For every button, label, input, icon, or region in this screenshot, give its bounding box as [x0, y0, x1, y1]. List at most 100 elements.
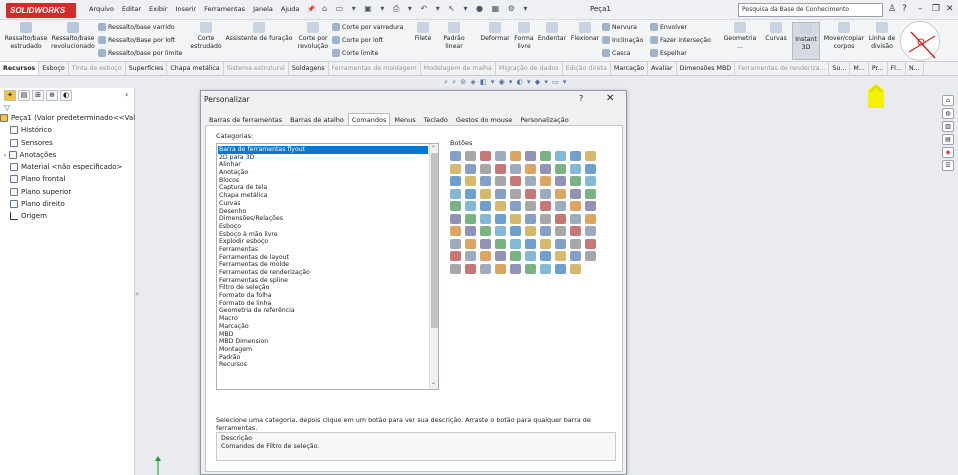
command-button-icon[interactable] [465, 251, 476, 261]
command-button-icon[interactable] [480, 213, 491, 224]
category-item[interactable]: Padrão [218, 354, 428, 362]
command-button-icon[interactable] [450, 176, 461, 186]
category-item[interactable]: Ferramentas de spline [218, 277, 428, 285]
command-button-icon[interactable] [525, 188, 536, 199]
command-button-icon[interactable] [450, 163, 461, 174]
command-button-icon[interactable] [450, 213, 461, 224]
command-button-icon[interactable] [585, 251, 596, 261]
category-item[interactable]: MBD [218, 331, 428, 339]
tab-su[interactable]: Su... [829, 62, 851, 75]
tree-item-front-plane[interactable]: Plano frontal [0, 173, 135, 185]
lofted-boss-button[interactable]: Ressalto/Base por loft [98, 36, 175, 44]
indent-button[interactable]: Endentar [536, 22, 568, 43]
command-button-icon[interactable] [555, 201, 566, 211]
category-item[interactable]: Dimensões/Relações [218, 215, 428, 223]
close-icon[interactable]: ✕ [946, 4, 954, 14]
command-button-icon[interactable] [495, 263, 506, 274]
command-button-icon[interactable] [570, 188, 581, 199]
command-button-icon[interactable] [585, 238, 596, 249]
command-button-icon[interactable] [465, 201, 476, 211]
tab-sistema-estrutural[interactable]: Sistema estrutural [224, 62, 289, 75]
categories-scrollbar[interactable]: ⌃ ⌄ [429, 144, 438, 389]
tree-item-history[interactable]: Histórico [0, 124, 135, 136]
category-item[interactable]: Montagem [218, 346, 428, 354]
category-item[interactable]: Marcação [218, 323, 428, 331]
category-item[interactable]: Blocos [218, 177, 428, 185]
category-item[interactable]: Macro [218, 315, 428, 323]
command-button-icon[interactable] [525, 251, 536, 261]
category-item[interactable]: Explodir esboço [218, 238, 428, 246]
knowledge-base-search-input[interactable]: Pesquisa da Base de Conhecimento [738, 3, 883, 17]
curves-button[interactable]: Curvas [762, 22, 790, 43]
tab-pr[interactable]: Pr... [869, 62, 888, 75]
shell-button[interactable]: Casca [602, 49, 631, 57]
command-button-icon[interactable] [570, 213, 581, 224]
tab-esboco[interactable]: Esboço [39, 62, 69, 75]
category-item[interactable]: Chapa metálica [218, 192, 428, 200]
command-button-icon[interactable] [555, 176, 566, 186]
scroll-thumb[interactable] [431, 153, 438, 328]
command-button-icon[interactable] [585, 163, 596, 174]
command-button-icon[interactable] [495, 251, 506, 261]
command-button-icon[interactable] [495, 201, 506, 211]
heads-up-view-toolbar[interactable]: ⌕ ⌕ ⊘ ◈ ◧ ▾ ◉ ▾ ◐ ▾ ◆ ▾ ▭ ▾ [444, 78, 567, 89]
file-explorer-icon[interactable]: ▤ [942, 134, 954, 145]
command-button-icon[interactable] [480, 201, 491, 211]
category-item[interactable]: Geometria de referência [218, 307, 428, 315]
command-button-icon[interactable] [585, 151, 596, 161]
command-button-icon[interactable] [465, 176, 476, 186]
swept-boss-button[interactable]: Ressalto/base varrido [98, 23, 175, 31]
display-manager-tab-icon[interactable]: ◐ [60, 90, 72, 101]
revolved-cut-button[interactable]: Corte por revolução [296, 22, 330, 50]
menu-ajuda[interactable]: Ajuda [280, 5, 300, 13]
help-button[interactable]: ? [579, 94, 583, 103]
intersect-button[interactable]: Fazer interseção [650, 36, 711, 44]
command-button-icon[interactable] [525, 151, 536, 161]
close-button[interactable]: ✕ [606, 93, 614, 104]
tab-superficies[interactable]: Superfícies [126, 62, 168, 75]
menu-editar[interactable]: Editar [121, 5, 142, 13]
command-button-icon[interactable] [450, 188, 461, 199]
tab-n[interactable]: N... [906, 62, 924, 75]
move-copy-bodies-button[interactable]: Mover/copiar corpos [822, 22, 866, 50]
command-button-icon[interactable] [540, 251, 551, 261]
menu-ferramentas[interactable]: Ferramentas [203, 5, 246, 13]
command-button-icon[interactable] [570, 263, 581, 274]
command-button-icon[interactable] [555, 226, 566, 236]
tree-item-origin[interactable]: Origem [0, 210, 135, 222]
command-button-icon[interactable] [510, 238, 521, 249]
command-button-icon[interactable] [495, 176, 506, 186]
command-button-icon[interactable] [495, 163, 506, 174]
command-button-icon[interactable] [525, 213, 536, 224]
resources-icon[interactable]: ◍ [942, 108, 954, 119]
tree-item-part[interactable]: Peça1 (Valor predeterminado<<Valo [0, 112, 135, 124]
quick-access-toolbar[interactable]: ⌂ ▭ ▾ ▣ ▾ ⎙ ▾ ↶ ▾ ↖ ▾ ● ▦ ⚙ ▾ [322, 4, 530, 14]
command-button-icon[interactable] [540, 226, 551, 236]
hole-wizard-button[interactable]: Assistente de furação [224, 22, 294, 43]
command-button-icon[interactable] [555, 263, 566, 274]
category-item[interactable]: Esboço à mão livre [218, 231, 428, 239]
command-button-icon[interactable] [480, 226, 491, 236]
pin-icon[interactable]: 📌 [306, 5, 316, 13]
command-button-icon[interactable] [495, 226, 506, 236]
boundary-cut-button[interactable]: Corte limite [332, 49, 378, 57]
command-button-icon[interactable] [495, 213, 506, 224]
command-button-icon[interactable] [585, 188, 596, 199]
flex-button[interactable]: Flexionar [568, 22, 602, 43]
command-button-icon[interactable] [510, 213, 521, 224]
tab-tinta-de-esboco[interactable]: Tinta de esboço [69, 62, 126, 75]
command-button-icon[interactable] [495, 188, 506, 199]
tab-avaliar[interactable]: Avaliar [648, 62, 677, 75]
tree-item-right-plane[interactable]: Plano direito [0, 198, 135, 210]
command-button-icon[interactable] [480, 188, 491, 199]
command-button-icon[interactable] [525, 238, 536, 249]
command-button-icon[interactable] [495, 238, 506, 249]
tab-marcacao[interactable]: Marcação [611, 62, 649, 75]
command-button-icon[interactable] [510, 201, 521, 211]
panel-collapse-handle[interactable]: » [135, 290, 139, 298]
command-button-icon[interactable] [585, 176, 596, 186]
help-icon[interactable]: ? [902, 4, 907, 14]
expand-panel-icon[interactable]: › [125, 90, 128, 99]
command-button-icon[interactable] [450, 238, 461, 249]
command-button-icon[interactable] [510, 226, 521, 236]
